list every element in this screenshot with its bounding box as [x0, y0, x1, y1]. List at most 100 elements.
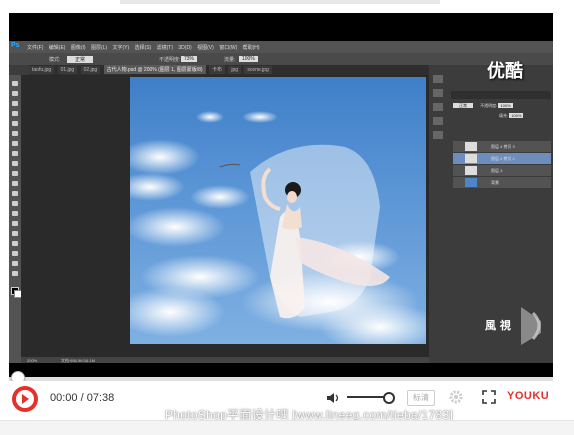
panel-icon	[433, 103, 443, 111]
ps-options-bar: 模式: 正常 不透明度: 73% 流量: 100%	[9, 53, 553, 65]
youku-brand-overlay: 优酷	[487, 61, 523, 81]
mode-label: 模式:	[49, 57, 61, 63]
layer-thumbnail	[465, 154, 477, 163]
ps-menu-item: 滤镜(T)	[156, 45, 173, 51]
ps-menu-item: 文件(F)	[27, 45, 44, 51]
ps-menu-item: 3D(D)	[178, 45, 192, 51]
layers-panel-header	[451, 91, 551, 99]
shape-tool-icon	[12, 251, 18, 256]
zoom-readout: 200%	[27, 358, 38, 363]
layer-thumbnail	[465, 166, 477, 175]
ps-menu-item: 文字(Y)	[112, 45, 130, 51]
ps-menu-item: 选择(S)	[134, 45, 152, 51]
dodge-tool-icon	[12, 211, 18, 216]
sky-and-dancer-illustration	[130, 111, 426, 344]
page-top-fragment	[120, 0, 440, 4]
ps-tab: 02.jpg	[80, 66, 101, 74]
layer-row[interactable]: 图层 4 拷贝 3	[453, 141, 551, 153]
ps-toolbar	[9, 75, 22, 363]
panel-icon	[433, 131, 443, 139]
opacity-value: 73%	[181, 56, 198, 62]
layer-name: 图层 3	[491, 168, 503, 173]
panel-icon	[433, 117, 443, 125]
ps-tab: 卡布	[208, 65, 225, 74]
eraser-tool-icon	[12, 181, 18, 186]
volume-icon[interactable]	[326, 391, 340, 403]
ps-menu-item: 编辑(E)	[48, 45, 66, 51]
ps-menu-item: 图像(I)	[70, 45, 86, 51]
ps-tab: jpg	[228, 66, 242, 74]
ps-menu-item: 视图(V)	[197, 45, 214, 51]
ps-menu-item: 帮助(H)	[242, 45, 260, 51]
healing-tool-icon	[12, 141, 18, 146]
pen-tool-icon	[12, 221, 18, 226]
eyedropper-tool-icon	[12, 131, 18, 136]
watermark-text: 風 視	[485, 319, 511, 332]
hand-tool-icon	[12, 261, 18, 266]
ps-canvas-image	[130, 77, 426, 344]
layers-controls-row: 正常 不透明度: 100%	[453, 103, 513, 109]
layers-blend-mode[interactable]: 正常	[453, 103, 473, 108]
ps-tab: scene.jpg	[244, 66, 272, 74]
layers-fill-label: 填充:	[499, 113, 509, 118]
lasso-tool-icon	[12, 101, 18, 106]
history-brush-tool-icon	[12, 171, 18, 176]
doc-size-readout: 文档:958.9K/16.1M	[61, 358, 96, 363]
layers-fill-row: 填充: 100%	[499, 113, 524, 119]
fullscreen-icon[interactable]	[482, 390, 496, 404]
layer-row-selected[interactable]: 图层 4 拷贝 2	[453, 153, 551, 165]
opacity-label: 不透明度:	[159, 57, 181, 63]
panel-icon	[433, 75, 443, 83]
layer-name: 图层 4 拷贝 2	[491, 156, 515, 161]
channel-watermark: 風 視	[481, 303, 547, 347]
layer-thumbnail	[465, 142, 477, 151]
panel-icon	[433, 89, 443, 97]
quick-select-tool-icon	[12, 111, 18, 116]
play-button[interactable]	[12, 386, 38, 412]
ps-tab-active: 古代人物.psd @ 200% (图层 1, 图层蒙版/8)	[103, 65, 206, 74]
layer-row[interactable]: 图层 3	[453, 165, 551, 177]
video-player[interactable]: Ps 文件(F) 编辑(E) 图像(I) 图层(L) 文字(Y) 选择(S) 滤…	[9, 13, 553, 377]
time-separator: /	[77, 392, 87, 404]
blur-tool-icon	[12, 201, 18, 206]
ps-menu-list: 文件(F) 编辑(E) 图像(I) 图层(L) 文字(Y) 选择(S) 滤镜(T…	[27, 44, 264, 51]
youku-logo[interactable]: YOUKU	[507, 390, 549, 402]
flow-label: 流量:	[224, 57, 236, 63]
photoshop-window: Ps 文件(F) 编辑(E) 图像(I) 图层(L) 文字(Y) 选择(S) 滤…	[9, 41, 553, 363]
layer-thumbnail	[465, 178, 477, 187]
ps-menu-item: 窗口(W)	[219, 45, 238, 51]
layers-fill[interactable]: 100%	[509, 113, 524, 118]
volume-knob[interactable]	[383, 392, 395, 404]
ps-status-bar: 200% 文档:958.9K/16.1M	[21, 357, 429, 363]
layer-name: 图层 4 拷贝 3	[491, 144, 515, 149]
gradient-tool-icon	[12, 191, 18, 196]
path-select-tool-icon	[12, 241, 18, 246]
zoom-tool-icon	[12, 271, 18, 276]
current-time: 00:00	[50, 392, 78, 404]
crop-tool-icon	[12, 121, 18, 126]
ps-logo: Ps	[11, 42, 20, 49]
flow-value: 100%	[239, 56, 258, 62]
bottom-bar	[0, 420, 574, 435]
layer-row[interactable]: 背景	[453, 177, 551, 189]
ps-menu-item: 图层(L)	[90, 45, 108, 51]
ps-tab: 01.jpg	[57, 66, 78, 74]
stamp-tool-icon	[12, 161, 18, 166]
mode-value: 正常	[67, 56, 94, 63]
ps-menubar: Ps 文件(F) 编辑(E) 图像(I) 图层(L) 文字(Y) 选择(S) 滤…	[9, 41, 553, 53]
ps-tab: taofu.jpg	[29, 66, 55, 74]
layer-name: 背景	[491, 180, 499, 185]
type-tool-icon	[12, 231, 18, 236]
time-display: 00:00 / 07:38	[50, 392, 114, 404]
layers-opacity[interactable]: 100%	[498, 103, 513, 108]
quality-button[interactable]: 标清	[407, 390, 435, 406]
brush-tool-icon	[12, 151, 18, 156]
play-icon	[16, 390, 34, 408]
ps-document-tabs: taofu.jpg 01.jpg 02.jpg 古代人物.psd @ 200% …	[29, 65, 429, 75]
volume-slider[interactable]	[347, 396, 387, 398]
marquee-tool-icon	[12, 91, 18, 96]
total-time: 07:38	[86, 392, 115, 404]
gear-icon[interactable]	[448, 389, 464, 405]
move-tool-icon	[12, 81, 18, 86]
layers-opacity-label: 不透明度:	[480, 103, 498, 108]
